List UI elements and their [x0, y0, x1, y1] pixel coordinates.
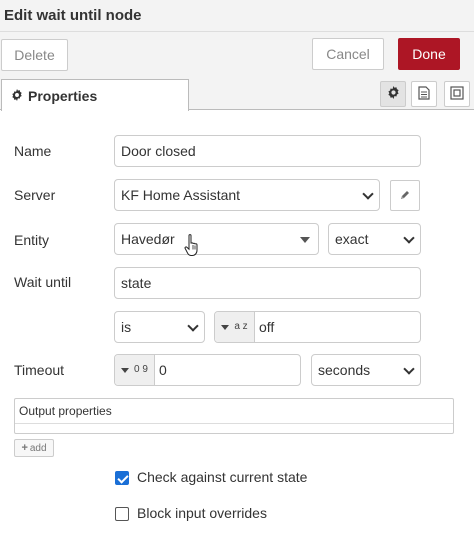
cancel-button[interactable]: Cancel	[312, 38, 384, 70]
entity-label: Entity	[14, 232, 50, 248]
gear-icon	[11, 88, 23, 104]
entity-select[interactable]: Havedør	[114, 223, 319, 255]
name-value: Door closed	[121, 143, 196, 159]
timeout-units-value: seconds	[318, 362, 371, 378]
wait-until-property-input[interactable]: state	[114, 267, 421, 299]
block-input-overrides-checkbox[interactable]	[115, 507, 129, 521]
frame-icon	[450, 85, 464, 103]
value-type-button[interactable]: a z	[215, 312, 255, 342]
dialog-title: Edit wait until node	[4, 7, 142, 24]
chevron-down-icon	[187, 320, 199, 332]
entity-match-value: exact	[335, 231, 369, 247]
wait-until-label: Wait until	[14, 274, 72, 290]
server-label: Server	[14, 187, 56, 203]
divider	[15, 423, 453, 424]
tab-appearance[interactable]	[444, 81, 470, 107]
output-properties-list: Output properties	[14, 398, 454, 434]
server-select[interactable]: KF Home Assistant	[114, 179, 380, 211]
server-value: KF Home Assistant	[121, 187, 241, 203]
edit-server-button[interactable]	[390, 180, 420, 211]
document-icon	[418, 85, 430, 103]
tab-description[interactable]	[411, 81, 437, 107]
add-output-property-button[interactable]: + add	[14, 439, 54, 457]
dialog-header: Edit wait until node	[0, 0, 474, 32]
operator-value: is	[121, 319, 132, 335]
check-current-state-checkbox[interactable]	[115, 471, 129, 485]
tab-properties[interactable]: Properties	[1, 79, 189, 111]
timeout-typed-input[interactable]: 0 9 0	[114, 354, 301, 386]
dialog-toolbar: Delete Cancel Done	[0, 32, 474, 77]
wait-until-property-value: state	[121, 275, 152, 291]
operator-select[interactable]: is	[114, 311, 205, 343]
wait-value: off	[259, 319, 275, 335]
timeout-units-select[interactable]: seconds	[311, 354, 421, 386]
tab-settings[interactable]	[380, 81, 406, 107]
chevron-down-icon	[403, 232, 415, 244]
chevron-down-icon	[403, 363, 415, 375]
gear-icon	[387, 86, 400, 102]
add-label: add	[29, 442, 47, 454]
name-input[interactable]: Door closed	[114, 135, 421, 167]
done-button[interactable]: Done	[398, 38, 460, 70]
delete-button[interactable]: Delete	[1, 39, 68, 71]
tab-properties-label: Properties	[28, 87, 98, 104]
timeout-value: 0	[159, 362, 167, 378]
block-input-overrides-label: Block input overrides	[137, 505, 267, 521]
chevron-down-icon	[362, 188, 374, 200]
pencil-icon	[399, 188, 411, 204]
plus-icon: +	[21, 442, 28, 454]
timeout-label: Timeout	[14, 362, 65, 378]
check-current-state-label: Check against current state	[137, 469, 308, 485]
hand-cursor-icon	[184, 233, 200, 260]
entity-match-select[interactable]: exact	[328, 223, 421, 255]
tabs-bar: Properties	[0, 77, 474, 111]
name-label: Name	[14, 143, 52, 159]
caret-down-icon	[300, 237, 310, 243]
caret-down-icon	[221, 324, 230, 330]
caret-down-icon	[121, 367, 130, 373]
number-type-icon: 0 9	[134, 364, 148, 375]
output-properties-label: Output properties	[19, 404, 112, 418]
timeout-type-button[interactable]: 0 9	[115, 355, 155, 385]
string-type-icon: a z	[234, 321, 248, 332]
wait-value-typed-input[interactable]: a z off	[214, 311, 421, 343]
entity-value: Havedør	[121, 231, 175, 247]
